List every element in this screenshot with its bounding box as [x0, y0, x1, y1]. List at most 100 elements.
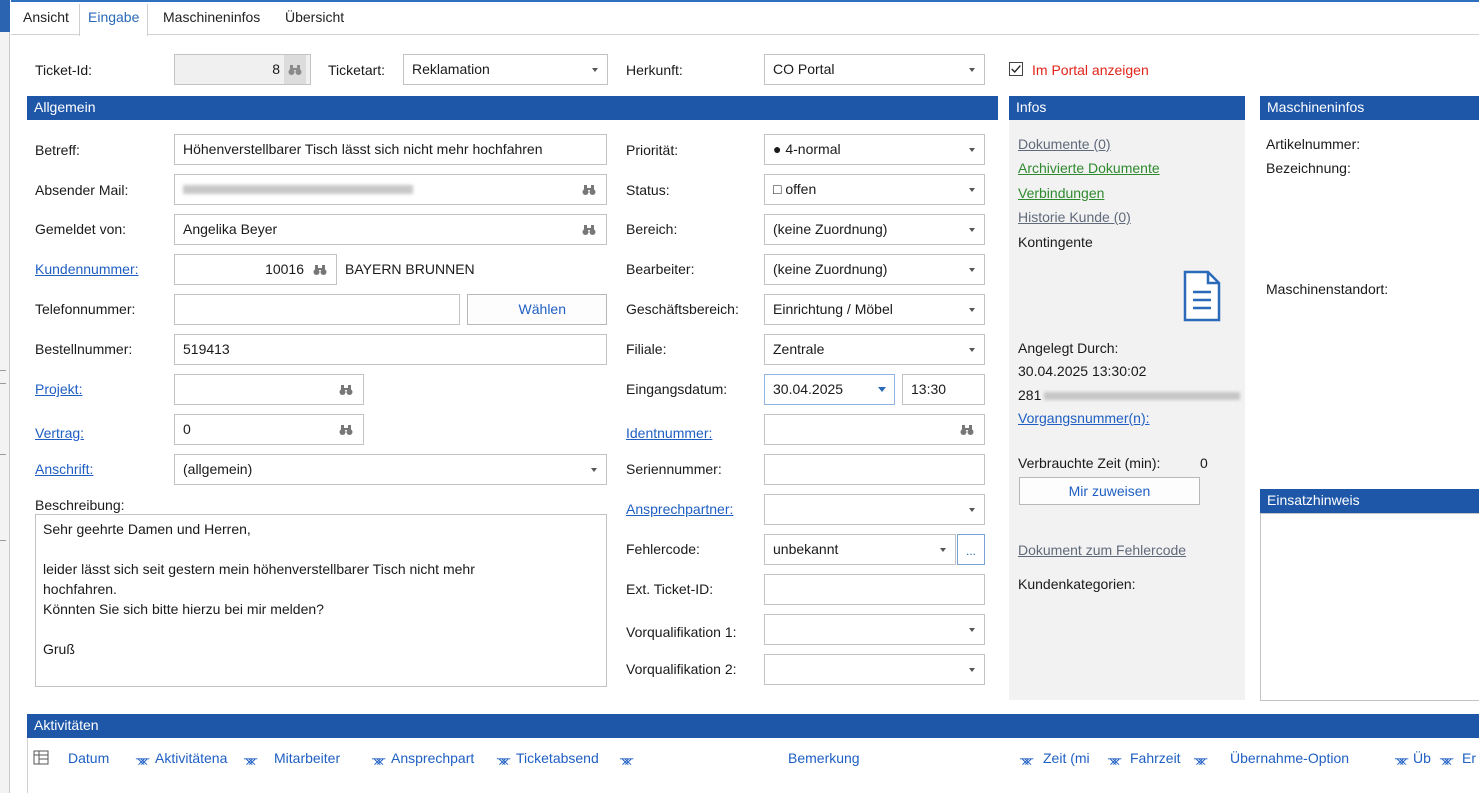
pin-icon[interactable]: ᚘ	[497, 752, 510, 765]
verbindungen-link[interactable]: Verbindungen	[1018, 185, 1104, 201]
eingangsdatum-value: 30.04.2025	[773, 381, 844, 397]
check-icon	[1011, 65, 1021, 74]
portal-checkbox[interactable]	[1009, 62, 1023, 76]
dokument-fehlercode-link[interactable]: Dokument zum Fehlercode	[1018, 542, 1186, 558]
vorgangsnummern-link[interactable]: Vorgangsnummer(n):	[1018, 410, 1150, 426]
binoculars-icon[interactable]	[335, 375, 357, 404]
bezeichnung-label: Bezeichnung:	[1266, 160, 1351, 176]
fehlercode-label: Fehlercode:	[626, 541, 700, 557]
tab-maschineninfos[interactable]: Maschineninfos	[163, 9, 260, 25]
binoculars-icon[interactable]	[578, 215, 600, 244]
waehlen-button[interactable]: Wählen	[467, 294, 607, 325]
eingangsdatum-field[interactable]: 30.04.2025	[764, 374, 895, 405]
tab-eingabe[interactable]: Eingabe	[79, 4, 149, 36]
einsatzhinweis-header: Einsatzhinweis	[1260, 489, 1479, 513]
col-datum[interactable]: Datum	[68, 750, 109, 766]
fehlercode-select[interactable]: unbekannt	[764, 534, 956, 565]
betreff-field[interactable]: Höhenverstellbarer Tisch lässt sich nich…	[174, 134, 607, 165]
kundennummer-field[interactable]: 10016	[174, 254, 337, 285]
redacted-email	[183, 185, 413, 194]
pin-icon[interactable]: ᚘ	[136, 752, 149, 765]
calendar-dropdown-icon[interactable]	[878, 387, 886, 392]
tab-uebersicht[interactable]: Übersicht	[285, 9, 344, 25]
col-uebernahme-option[interactable]: Übernahme-Option	[1230, 750, 1349, 766]
extticket-field[interactable]	[764, 574, 985, 605]
status-label: Status:	[626, 182, 670, 198]
prioritaet-select[interactable]: ● 4-normal	[764, 134, 985, 165]
pin-icon[interactable]: ᚘ	[620, 752, 633, 765]
col-aktivitaetsart[interactable]: Aktivitätena	[155, 750, 227, 766]
projekt-field[interactable]	[174, 374, 364, 405]
projekt-link[interactable]: Projekt:	[35, 381, 82, 397]
document-icon[interactable]	[1182, 270, 1222, 322]
anschrift-link[interactable]: Anschrift:	[35, 461, 93, 477]
binoculars-icon[interactable]	[956, 415, 978, 444]
angelegt-label: Angelegt Durch:	[1018, 340, 1119, 356]
kunde-name: BAYERN BRUNNEN	[345, 261, 475, 277]
bereich-label: Bereich:	[626, 221, 678, 237]
historie-kunde-link[interactable]: Historie Kunde (0)	[1018, 209, 1131, 225]
binoculars-icon[interactable]	[309, 255, 331, 284]
eingangszeit-field[interactable]: 13:30	[902, 374, 985, 405]
vertrag-value: 0	[183, 421, 191, 437]
beschreibung-line: Gruß	[43, 641, 75, 657]
vertrag-field[interactable]: 0	[174, 414, 364, 445]
beschreibung-textarea[interactable]: Sehr geehrte Damen und Herren, leider lä…	[35, 514, 607, 687]
bestell-field[interactable]: 519413	[174, 334, 607, 365]
ansprechpartner-select[interactable]	[764, 494, 985, 525]
bereich-select[interactable]: (keine Zuordnung)	[764, 214, 985, 245]
binoculars-icon[interactable]	[578, 175, 600, 204]
geschaeftsbereich-select[interactable]: Einrichtung / Möbel	[764, 294, 985, 325]
vorqualifikation1-select[interactable]	[764, 614, 985, 645]
anschrift-select[interactable]: (allgemein)	[174, 454, 607, 485]
col-zeit[interactable]: Zeit (mi	[1043, 750, 1090, 766]
kundennummer-link[interactable]: Kundennummer:	[35, 261, 139, 277]
bearbeiter-select[interactable]: (keine Zuordnung)	[764, 254, 985, 285]
status-select[interactable]: □ offen	[764, 174, 985, 205]
col-er[interactable]: Er	[1462, 750, 1476, 766]
pin-icon[interactable]: ᚘ	[1108, 752, 1121, 765]
ticketart-select[interactable]: Reklamation	[403, 54, 608, 85]
seriennummer-field[interactable]	[764, 454, 985, 485]
vorqualifikation2-select[interactable]	[764, 654, 985, 685]
pin-icon[interactable]: ᚘ	[244, 752, 257, 765]
telefon-field[interactable]	[174, 294, 460, 325]
col-ticketabsender[interactable]: Ticketabsend	[516, 750, 599, 766]
ansprechpartner-link[interactable]: Ansprechpartner:	[626, 501, 733, 517]
tab-ansicht[interactable]: Ansicht	[23, 9, 69, 25]
mir-zuweisen-button[interactable]: Mir zuweisen	[1019, 477, 1200, 505]
pin-icon[interactable]: ᚘ	[372, 752, 385, 765]
einsatzhinweis-textarea[interactable]	[1260, 513, 1479, 701]
fehlercode-more-button[interactable]: ...	[957, 534, 985, 565]
col-ueb[interactable]: Üb	[1413, 750, 1431, 766]
vertrag-link[interactable]: Vertrag:	[35, 425, 84, 441]
col-ansprechpartner[interactable]: Ansprechpart	[391, 750, 474, 766]
binoculars-icon[interactable]	[335, 415, 357, 444]
pin-icon[interactable]: ᚘ	[1440, 752, 1453, 765]
binoculars-icon[interactable]	[284, 55, 306, 84]
absender-field[interactable]	[174, 174, 607, 205]
identnummer-field[interactable]	[764, 414, 985, 445]
pin-icon[interactable]: ᚘ	[1395, 752, 1408, 765]
herkunft-label: Herkunft:	[626, 62, 683, 78]
sidebar-accent	[0, 0, 10, 32]
archivierte-dokumente-link[interactable]: Archivierte Dokumente	[1018, 160, 1160, 176]
col-fahrzeit[interactable]: Fahrzeit	[1130, 750, 1181, 766]
col-mitarbeiter[interactable]: Mitarbeiter	[274, 750, 340, 766]
gemeldet-label: Gemeldet von:	[35, 221, 127, 237]
kundennummer-value: 10016	[265, 261, 304, 277]
herkunft-select[interactable]: CO Portal	[764, 54, 985, 85]
pin-icon[interactable]: ᚘ	[1194, 752, 1207, 765]
betreff-label: Betreff:	[35, 142, 80, 158]
gemeldet-field[interactable]: Angelika Beyer	[174, 214, 607, 245]
pin-icon[interactable]: ᚘ	[1020, 752, 1033, 765]
identnummer-link[interactable]: Identnummer:	[626, 425, 712, 441]
col-bemerkung[interactable]: Bemerkung	[788, 750, 860, 766]
beschreibung-line: hochfahren.	[43, 581, 117, 597]
eingangsdatum-label: Eingangsdatum:	[626, 381, 728, 397]
grid-chooser-icon[interactable]	[33, 750, 49, 765]
kontingente-label: Kontingente	[1018, 234, 1093, 250]
filiale-select[interactable]: Zentrale	[764, 334, 985, 365]
kundenkategorien-label: Kundenkategorien:	[1018, 576, 1136, 592]
dokumente-link[interactable]: Dokumente (0)	[1018, 136, 1111, 152]
